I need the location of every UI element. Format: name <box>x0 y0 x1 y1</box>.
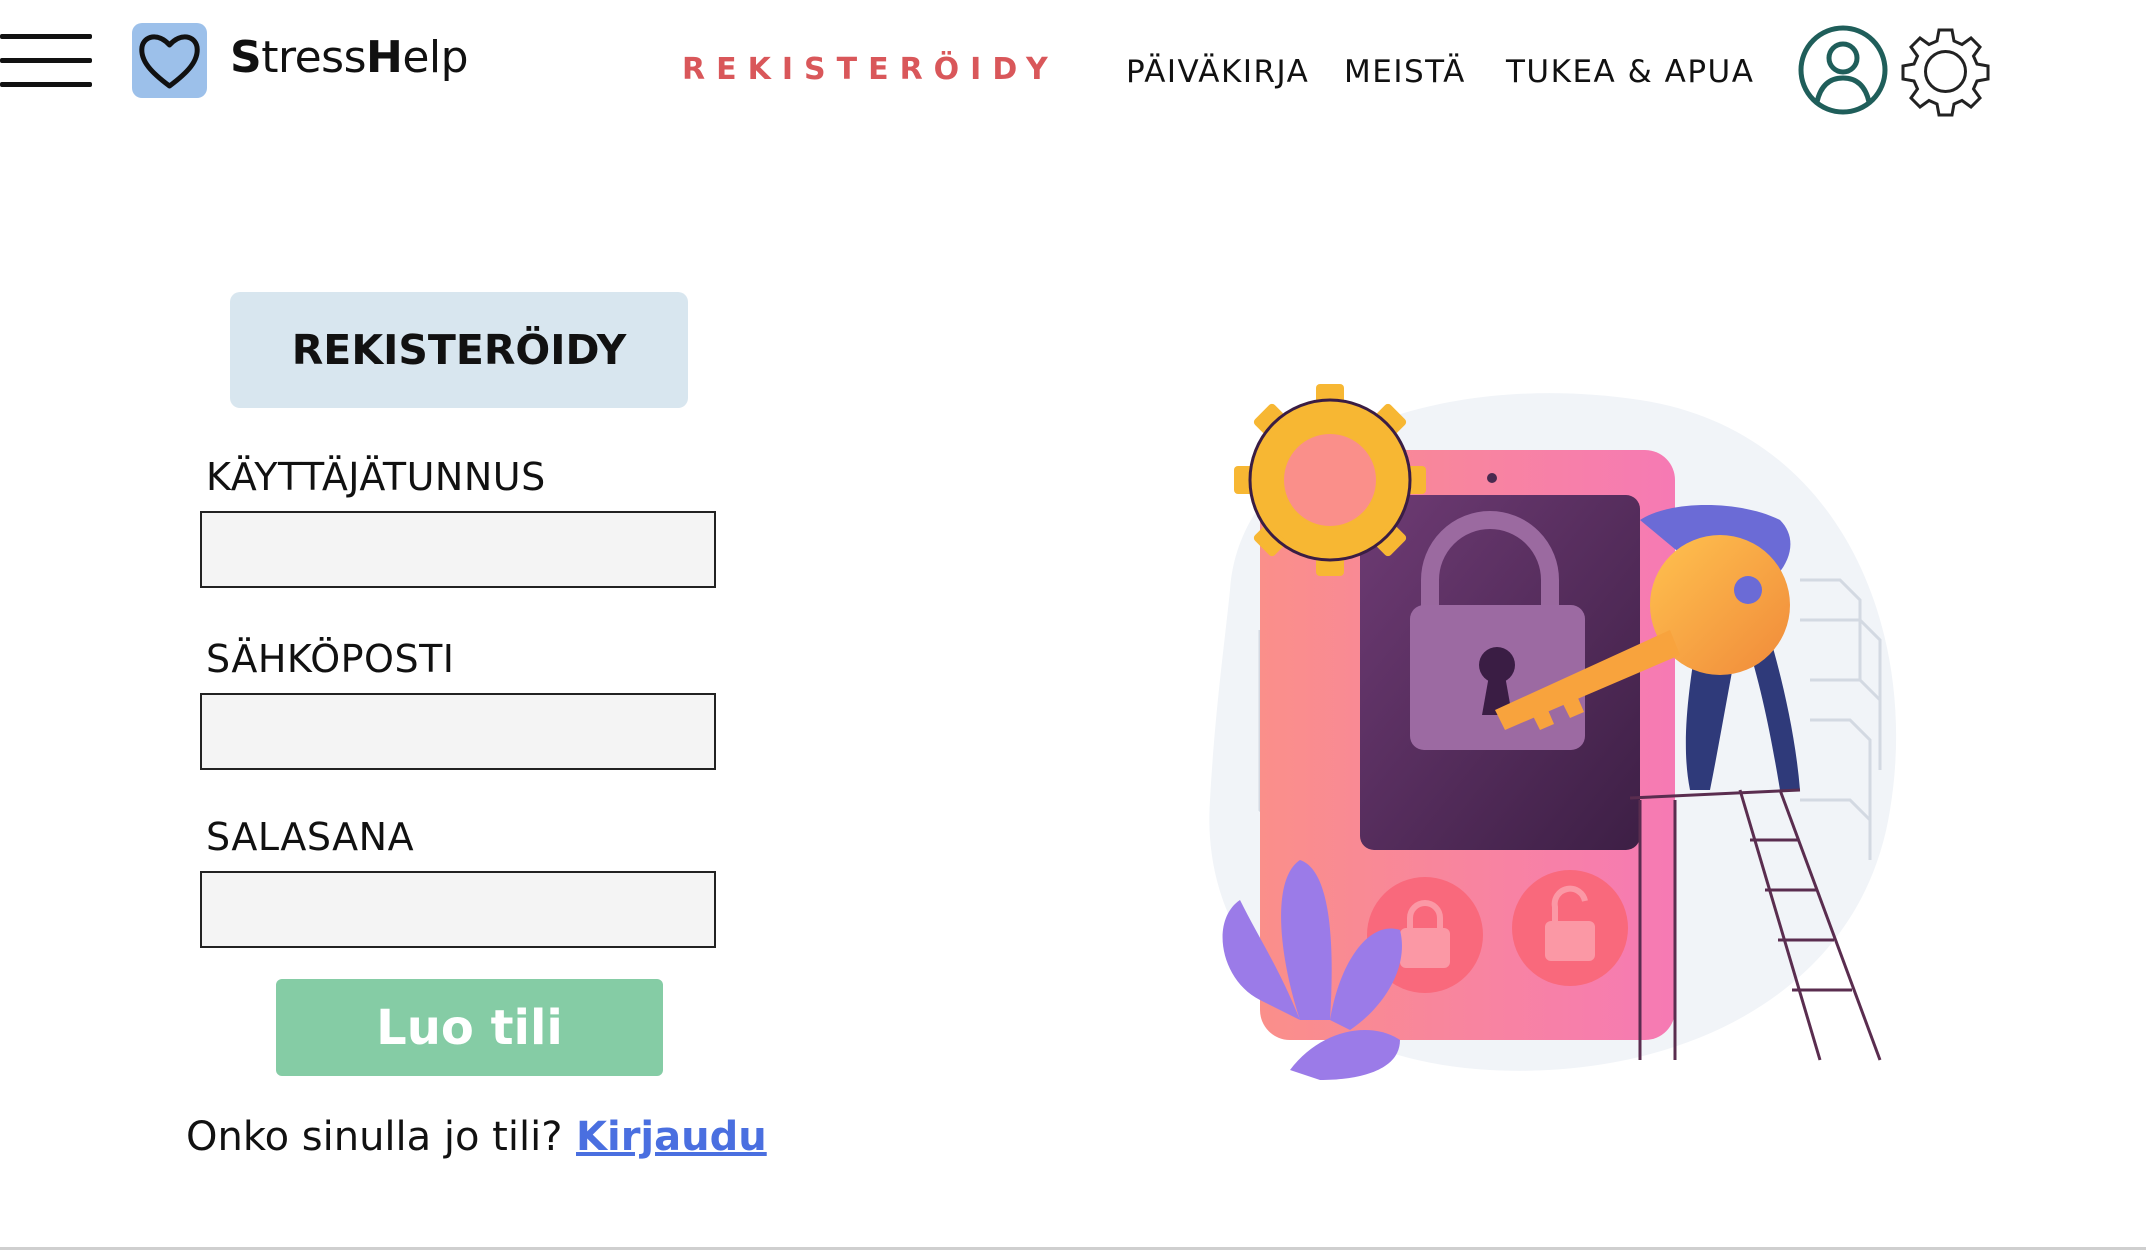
brand-name[interactable]: StressHelp <box>230 32 469 83</box>
username-label: KÄYTTÄJÄTUNNUS <box>206 455 546 499</box>
nav-register[interactable]: REKISTERÖIDY <box>682 52 1059 87</box>
email-label: SÄHKÖPOSTI <box>206 637 455 681</box>
login-link[interactable]: Kirjaudu <box>576 1114 767 1160</box>
create-account-button[interactable]: Luo tili <box>276 979 663 1076</box>
menu-icon[interactable] <box>0 30 92 92</box>
user-icon[interactable] <box>1797 24 1889 116</box>
email-input[interactable] <box>200 693 716 770</box>
password-input[interactable] <box>200 871 716 948</box>
nav-about[interactable]: MEISTÄ <box>1344 54 1466 90</box>
nav-diary[interactable]: PÄIVÄKIRJA <box>1126 54 1309 90</box>
heart-icon <box>132 23 207 98</box>
login-prompt: Onko sinulla jo tili? <box>186 1114 563 1160</box>
password-label: SALASANA <box>206 815 415 859</box>
username-input[interactable] <box>200 511 716 588</box>
form-heading: REKISTERÖIDY <box>230 292 688 408</box>
security-illustration <box>1200 380 1920 1080</box>
gear-icon[interactable] <box>1898 24 1993 119</box>
nav-support[interactable]: TUKEA & APUA <box>1506 54 1754 90</box>
